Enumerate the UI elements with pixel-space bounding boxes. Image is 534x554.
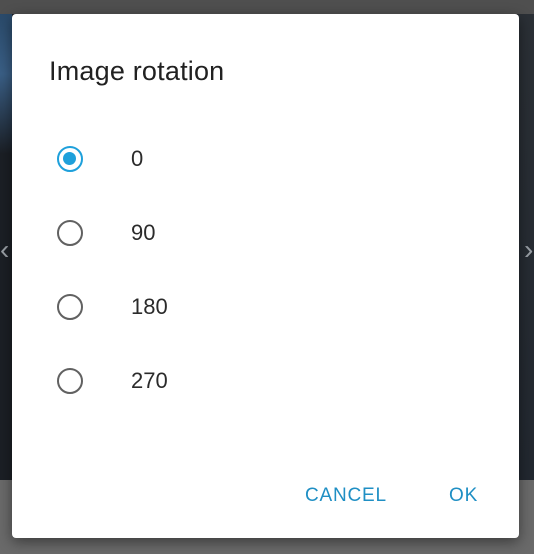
radio-checked-icon[interactable] (57, 146, 83, 172)
ok-button[interactable]: OK (445, 476, 482, 516)
radio-unchecked-icon[interactable] (57, 220, 83, 246)
cancel-button[interactable]: CANCEL (301, 476, 391, 516)
rotation-option-0[interactable]: 0 (12, 122, 519, 196)
rotation-option-label: 0 (131, 146, 144, 171)
dialog-title: Image rotation (49, 56, 225, 86)
image-rotation-dialog: Image rotation 0 90 180 270 CANCEL OK (12, 14, 519, 538)
screen: ‹ › Image rotation 0 90 180 270 CANCEL O… (0, 0, 534, 554)
dialog-actions: CANCEL OK (12, 476, 519, 516)
chevron-left-icon: ‹ (0, 234, 10, 265)
rotation-option-90[interactable]: 90 (12, 196, 519, 270)
rotation-option-label: 180 (131, 294, 168, 319)
rotation-options: 0 90 180 270 (12, 122, 519, 418)
rotation-option-180[interactable]: 180 (12, 270, 519, 344)
chevron-right-icon: › (524, 234, 534, 265)
rotation-option-label: 90 (131, 220, 156, 245)
rotation-option-label: 270 (131, 368, 168, 393)
radio-unchecked-icon[interactable] (57, 368, 83, 394)
radio-unchecked-icon[interactable] (57, 294, 83, 320)
rotation-option-270[interactable]: 270 (12, 344, 519, 418)
